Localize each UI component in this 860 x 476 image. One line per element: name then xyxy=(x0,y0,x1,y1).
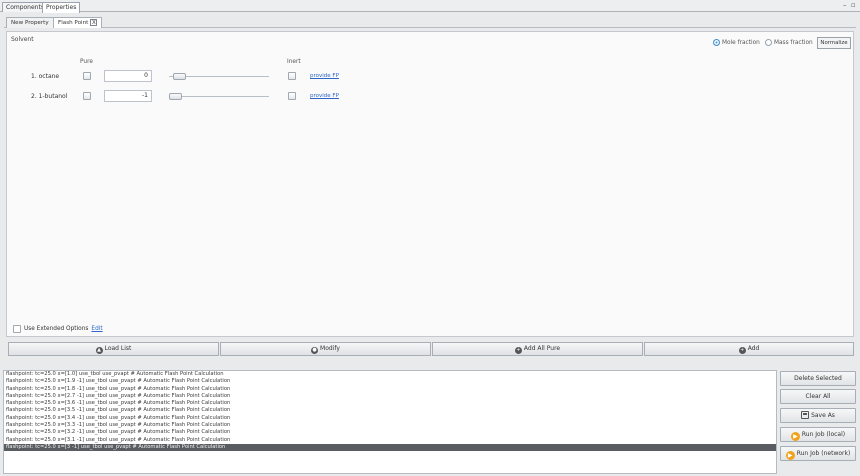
fraction-slider-track[interactable] xyxy=(169,96,269,97)
job-list-item[interactable]: flashpoint: tc=25.0 x=[3.3 -1] use_tbol … xyxy=(4,422,776,429)
solvent-name: 1. octane xyxy=(31,73,60,80)
run-job-local-button[interactable]: ▶ Run Job (local) xyxy=(780,427,856,442)
solvent-name: 2. 1-butanol xyxy=(31,93,68,100)
add-button[interactable]: + Add xyxy=(644,342,854,356)
mass-fraction-radio[interactable] xyxy=(765,39,772,46)
job-list-item[interactable]: flashpoint: tc=25.0 x=[3.5 -1] use_tbol … xyxy=(4,407,776,414)
network-run-icon: ▶ xyxy=(785,451,795,460)
extended-options-checkbox[interactable] xyxy=(13,325,21,333)
job-list-item[interactable]: flashpoint: tc=25.0 x=[1.8 -1] use_tbol … xyxy=(4,386,776,393)
load-list-label: Load List xyxy=(104,345,132,352)
mole-fraction-option[interactable]: Mole fraction xyxy=(713,39,760,46)
pure-checkbox[interactable] xyxy=(83,92,91,100)
action-bar: ▲ Load List ● Modify + Add All Pure + Add xyxy=(8,342,854,356)
inert-checkbox[interactable] xyxy=(288,72,296,80)
modify-icon: ● xyxy=(311,347,319,354)
play-icon: ▶ xyxy=(790,432,800,441)
run-network-label: Run Job (network) xyxy=(796,450,851,457)
solvent-title: Solvent xyxy=(11,36,34,43)
provide-fp-link[interactable]: provide FP xyxy=(310,93,339,99)
job-list-item[interactable]: flashpoint: tc=25.0 x=[3.6 -1] use_tbol … xyxy=(4,400,776,407)
job-list-item[interactable]: flashpoint: tc=25.0 x=[1.9 -1] use_tbol … xyxy=(4,378,776,385)
load-list-button[interactable]: ▲ Load List xyxy=(8,342,219,356)
inert-column-header: Inert xyxy=(287,59,301,65)
save-icon xyxy=(801,411,810,419)
mole-fraction-radio[interactable] xyxy=(713,39,720,46)
solvent-panel: Solvent Mole fraction Mass fraction Norm… xyxy=(6,31,854,337)
solvent-row: 2. 1-butanol -1 provide FP xyxy=(7,90,855,104)
job-list-item[interactable]: flashpoint: tc=25.0 x=[2.7 -1] use_tbol … xyxy=(4,393,776,400)
provide-fp-link[interactable]: provide FP xyxy=(310,73,339,79)
mass-fraction-label: Mass fraction xyxy=(774,39,813,46)
fraction-slider-handle[interactable] xyxy=(173,73,187,80)
job-list-item[interactable]: flashpoint: tc=25.0 x=[1.0] use_tbol use… xyxy=(4,371,776,378)
tab-new-property[interactable]: New Property xyxy=(6,17,54,28)
tab-properties[interactable]: Properties xyxy=(42,2,81,13)
job-list-item[interactable]: flashpoint: tc=25.0 x=[3.4 -1] use_tbol … xyxy=(4,415,776,422)
extended-options: Use Extended Options Edit xyxy=(13,325,103,333)
job-list-item[interactable]: flashpoint: tc=25.0 x=[3.1 -1] use_tbol … xyxy=(4,437,776,444)
tab-flash-point[interactable]: Flash Point X xyxy=(53,17,103,28)
add-all-pure-button[interactable]: + Add All Pure xyxy=(432,342,643,356)
pure-checkbox[interactable] xyxy=(83,72,91,80)
clear-all-button[interactable]: Clear All xyxy=(780,389,856,404)
fraction-slider-handle[interactable] xyxy=(169,93,182,100)
extended-options-label: Use Extended Options xyxy=(24,326,89,332)
tab-flash-point-label: Flash Point xyxy=(58,20,89,26)
inert-checkbox[interactable] xyxy=(288,92,296,100)
modify-button[interactable]: ● Modify xyxy=(220,342,431,356)
save-as-label: Save As xyxy=(811,412,835,419)
edit-link[interactable]: Edit xyxy=(91,326,102,332)
solvent-row: 1. octane 0 provide FP xyxy=(7,70,855,84)
mole-fraction-label: Mole fraction xyxy=(722,39,760,46)
add-all-icon: + xyxy=(514,347,522,354)
restore-icon[interactable]: ▫ xyxy=(851,1,857,9)
run-local-label: Run Job (local) xyxy=(801,431,846,438)
job-list[interactable]: flashpoint: tc=25.0 x=[1.0] use_tbol use… xyxy=(3,370,777,474)
fraction-input[interactable]: -1 xyxy=(104,90,152,102)
mass-fraction-option[interactable]: Mass fraction xyxy=(765,39,813,46)
modify-label: Modify xyxy=(320,345,340,352)
job-list-item[interactable]: flashpoint: tc=25.0 x=[3.2 -1] use_tbol … xyxy=(4,429,776,436)
run-job-network-button[interactable]: ▶ Run Job (network) xyxy=(780,446,856,461)
delete-selected-button[interactable]: Delete Selected xyxy=(780,371,856,386)
perspective-tab-bar: Components Properties – ▫ xyxy=(0,0,860,13)
save-as-button[interactable]: Save As xyxy=(780,408,856,423)
normalize-button[interactable]: Normalize xyxy=(817,37,851,49)
add-all-pure-label: Add All Pure xyxy=(523,345,561,352)
close-icon[interactable]: X xyxy=(90,19,98,26)
add-icon: + xyxy=(738,347,746,354)
add-label: Add xyxy=(747,345,760,352)
pure-column-header: Pure xyxy=(80,59,93,65)
job-list-item[interactable]: flashpoint: tc=25.0 x=[3 -1] use_tbol us… xyxy=(4,443,776,452)
fraction-input[interactable]: 0 xyxy=(104,70,152,82)
load-icon: ▲ xyxy=(95,347,103,354)
job-controls: Delete Selected Clear All Save As ▶ Run J… xyxy=(778,370,858,474)
minimize-icon[interactable]: – xyxy=(843,1,849,9)
document-tab-bar: New Property Flash Point X xyxy=(4,14,856,28)
